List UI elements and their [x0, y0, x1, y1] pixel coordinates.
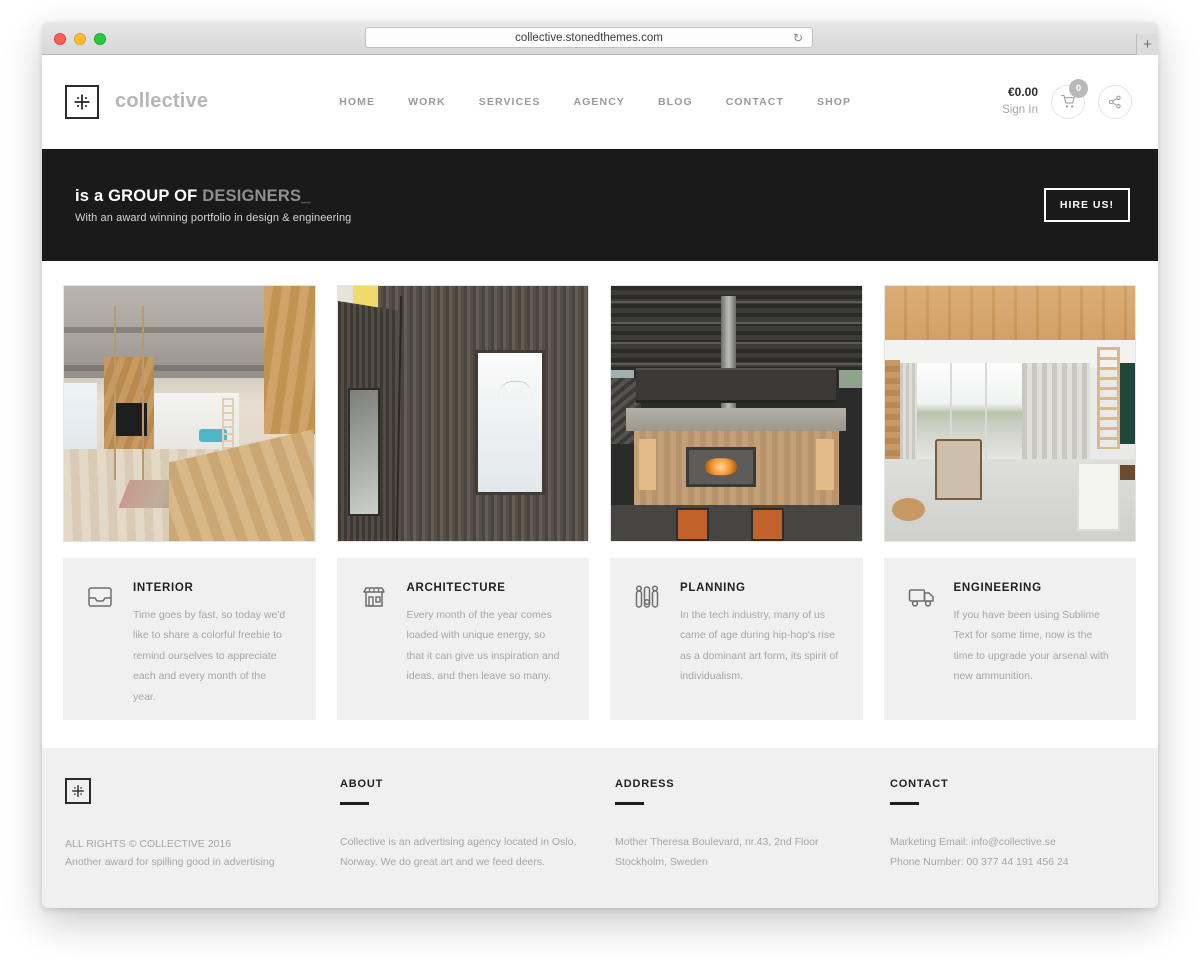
service-card-planning[interactable]: PLANNING In the tech industry, many of u…: [610, 558, 863, 720]
service-card-body: PLANNING In the tech industry, many of u…: [680, 582, 839, 720]
cart-summary: €0.00 Sign In: [1002, 84, 1038, 118]
hero-title-muted: DESIGNERS_: [202, 186, 311, 205]
nav-item-agency[interactable]: AGENCY: [573, 96, 625, 108]
site-header: collective HOME WORK SERVICES AGENCY BLO…: [42, 55, 1158, 149]
service-title: PLANNING: [680, 582, 746, 594]
reload-icon[interactable]: ↻: [793, 32, 803, 44]
browser-window: collective.stonedthemes.com ↻ + collecti…: [42, 22, 1158, 908]
share-button[interactable]: [1098, 84, 1132, 119]
hire-us-button[interactable]: HIRE US!: [1043, 188, 1130, 222]
service-card-engineering[interactable]: ENGINEERING If you have been using Subli…: [883, 558, 1136, 720]
delivery-truck-icon: [908, 582, 954, 720]
hero-banner: is a GROUP OF DESIGNERS_ With an award w…: [42, 149, 1158, 261]
bright-room-lake-view-photo: [884, 286, 1135, 541]
new-tab-button[interactable]: +: [1136, 34, 1158, 55]
address-bar[interactable]: collective.stonedthemes.com ↻: [365, 27, 813, 48]
service-text: In the tech industry, many of us came of…: [680, 609, 839, 683]
inbox-tray-icon: [87, 582, 133, 720]
footer-column-line-2: Norway. We do great art and we feed deer…: [340, 855, 546, 868]
services-grid: INTERIOR Time goes by fast, so today we'…: [42, 542, 1158, 720]
industrial-loft-fireplace-photo: [611, 286, 862, 541]
page-content: collective HOME WORK SERVICES AGENCY BLO…: [42, 55, 1158, 908]
sign-in-link[interactable]: Sign In: [1002, 102, 1038, 119]
main-navigation: HOME WORK SERVICES AGENCY BLOG CONTACT S…: [188, 96, 1002, 108]
service-card-architecture[interactable]: ARCHITECTURE Every month of the year com…: [336, 558, 589, 720]
title-underline: [890, 802, 919, 805]
portfolio-item-2[interactable]: [336, 285, 589, 542]
header-actions: €0.00 Sign In 0: [1002, 78, 1132, 119]
footer-column-line-2: Phone Number: 00 377 44 191 456 24: [890, 855, 1069, 868]
service-title: INTERIOR: [133, 582, 194, 594]
footer-brand-column: ALL RIGHTS © COLLECTIVE 2016 Another awa…: [65, 778, 340, 908]
service-text: Time goes by fast, so today we'd like to…: [133, 609, 286, 703]
dark-slat-facade-photo: [337, 286, 588, 541]
storefront-icon: [361, 582, 407, 720]
service-card-body: INTERIOR Time goes by fast, so today we'…: [133, 582, 292, 720]
hero-title-strong: is a GROUP OF: [75, 186, 203, 205]
collective-logo-icon: [65, 778, 91, 804]
wooden-loft-interior-photo: [64, 286, 315, 541]
portfolio-item-4[interactable]: [883, 285, 1136, 542]
nav-item-services[interactable]: SERVICES: [479, 96, 541, 108]
service-text: If you have been using Sublime Text for …: [953, 609, 1109, 683]
service-card-body: ARCHITECTURE Every month of the year com…: [407, 582, 566, 720]
hero-subtitle: With an award winning portfolio in desig…: [75, 211, 352, 224]
cart-total: €0.00: [1007, 85, 1038, 100]
site-footer: ALL RIGHTS © COLLECTIVE 2016 Another awa…: [42, 748, 1158, 908]
footer-column-title: CONTACT: [890, 778, 949, 790]
nav-item-blog[interactable]: BLOG: [658, 96, 693, 108]
hero-title: is a GROUP OF DESIGNERS_: [75, 187, 1044, 206]
nav-item-work[interactable]: WORK: [408, 96, 446, 108]
footer-tagline: Another award for spilling good in adver…: [65, 856, 275, 869]
title-underline: [615, 802, 644, 805]
service-title: ARCHITECTURE: [406, 582, 506, 594]
footer-column-line-1: Marketing Email: info@collective.se: [890, 836, 1056, 848]
close-window-button[interactable]: [54, 33, 66, 45]
footer-copyright: ALL RIGHTS © COLLECTIVE 2016: [65, 838, 232, 850]
share-icon: [1108, 95, 1121, 108]
portfolio-grid: [42, 261, 1158, 542]
service-card-body: ENGINEERING If you have been using Subli…: [954, 582, 1113, 720]
nav-item-home[interactable]: HOME: [339, 96, 375, 108]
sliders-icon: [634, 582, 680, 720]
nav-item-contact[interactable]: CONTACT: [726, 96, 784, 108]
minimize-window-button[interactable]: [74, 33, 86, 45]
footer-column-contact: CONTACT Marketing Email: info@collective…: [890, 778, 1132, 908]
portfolio-item-3[interactable]: [610, 285, 863, 542]
cart-count-badge: 0: [1069, 78, 1088, 98]
collective-logo-icon: [65, 84, 99, 119]
footer-column-line-1: Mother Theresa Boulevard, nr.43, 2nd Flo…: [615, 836, 819, 848]
hero-text-block: is a GROUP OF DESIGNERS_ With an award w…: [75, 187, 1044, 224]
brand-logo-link[interactable]: collective: [65, 84, 208, 119]
footer-column-line-1: Collective is an advertising agency loca…: [340, 836, 577, 848]
service-title: ENGINEERING: [953, 582, 1042, 594]
service-card-interior[interactable]: INTERIOR Time goes by fast, so today we'…: [63, 558, 316, 720]
window-controls: [54, 33, 106, 45]
cart-button[interactable]: 0: [1051, 78, 1088, 119]
portfolio-item-1[interactable]: [63, 285, 316, 542]
footer-column-address: ADDRESS Mother Theresa Boulevard, nr.43,…: [615, 778, 890, 908]
footer-column-about: ABOUT Collective is an advertising agenc…: [340, 778, 615, 908]
nav-item-shop[interactable]: SHOP: [817, 96, 851, 108]
maximize-window-button[interactable]: [94, 33, 106, 45]
title-underline: [340, 802, 369, 805]
browser-titlebar: collective.stonedthemes.com ↻ +: [42, 22, 1158, 55]
url-text: collective.stonedthemes.com: [515, 31, 663, 44]
service-text: Every month of the year comes loaded wit…: [406, 609, 560, 683]
footer-column-line-2: Stockholm, Sweden: [615, 855, 708, 868]
footer-column-title: ADDRESS: [615, 778, 675, 790]
footer-column-title: ABOUT: [340, 778, 384, 790]
